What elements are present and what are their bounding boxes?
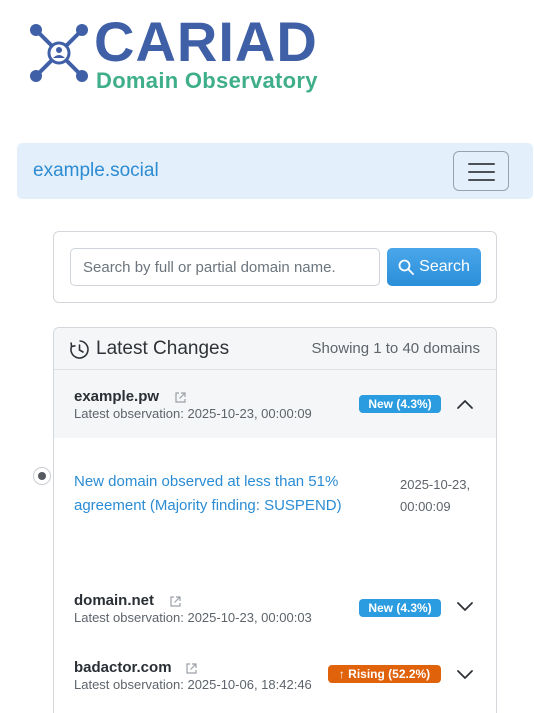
clock-icon <box>70 340 89 359</box>
domain-row[interactable]: example.pw Latest observation: 2025-10-2… <box>54 370 496 438</box>
search-card: Search <box>53 231 497 303</box>
external-link-icon[interactable] <box>169 595 182 608</box>
latest-changes-card: Latest Changes Showing 1 to 40 domains e… <box>53 327 497 713</box>
status-badge: New (4.3%) <box>359 395 441 413</box>
status-badge: ↑ Rising (52.2%) <box>328 665 441 683</box>
search-icon <box>398 259 415 275</box>
chevron-up-icon[interactable] <box>456 398 474 410</box>
chevron-down-icon[interactable] <box>456 601 474 613</box>
external-link-icon[interactable] <box>174 391 187 404</box>
domain-name[interactable]: domain.net <box>74 592 154 609</box>
showing-count: Showing 1 to 40 domains <box>311 340 480 357</box>
menu-toggle-button[interactable] <box>453 151 509 191</box>
latest-observation: Latest observation: 2025-10-23, 00:00:03 <box>74 610 312 625</box>
latest-observation: Latest observation: 2025-10-23, 00:00:09 <box>74 406 312 421</box>
latest-observation: Latest observation: 2025-10-06, 18:42:46 <box>74 677 312 692</box>
search-button[interactable]: Search <box>387 248 481 286</box>
menu-icon <box>468 179 495 181</box>
domain-name[interactable]: example.pw <box>74 388 159 405</box>
logo[interactable]: CARIAD Domain Observatory <box>28 14 328 96</box>
logo-title: CARIAD <box>94 10 318 73</box>
logo-subtitle: Domain Observatory <box>96 68 318 93</box>
domain-row[interactable]: domain.net Latest observation: 2025-10-2… <box>54 584 496 634</box>
navbar: example.social <box>17 143 533 199</box>
card-title: Latest Changes <box>96 338 230 359</box>
timeline-dot <box>33 467 51 485</box>
menu-icon <box>468 163 495 165</box>
cariad-network-icon <box>30 24 88 82</box>
domain-row[interactable]: badactor.com Latest observation: 2025-10… <box>54 652 496 702</box>
chevron-down-icon[interactable] <box>456 669 474 681</box>
domain-name[interactable]: badactor.com <box>74 659 172 676</box>
menu-icon <box>468 171 495 173</box>
status-badge: New (4.3%) <box>359 599 441 617</box>
card-header: Latest Changes Showing 1 to 40 domains <box>54 328 496 370</box>
external-link-icon[interactable] <box>185 662 198 675</box>
navbar-brand[interactable]: example.social <box>33 160 159 182</box>
event-description[interactable]: New domain observed at less than 51% agr… <box>74 470 374 518</box>
event-timestamp: 2025-10-23, 00:00:09 <box>400 477 471 514</box>
search-button-label: Search <box>419 258 470 275</box>
search-input[interactable] <box>70 248 380 286</box>
